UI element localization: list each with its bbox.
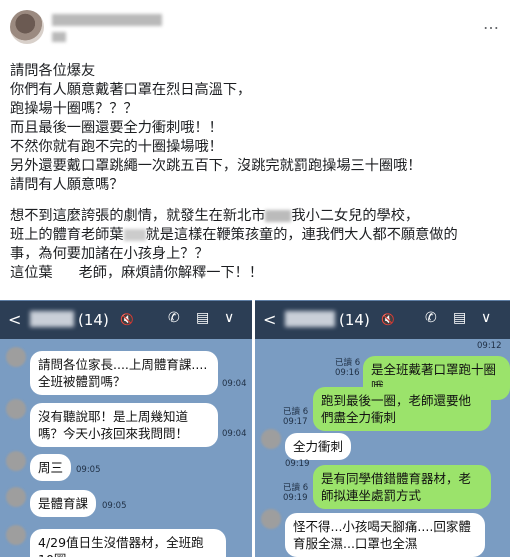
post-header: … bbox=[0, 0, 510, 58]
post-line: 而且最後一圈還要全力衝刺哦！！ bbox=[10, 120, 223, 136]
chat-message: 跑到最後一圈，老師還要他們盡全力衝刺 bbox=[313, 387, 491, 431]
avatar bbox=[6, 451, 26, 471]
chat-header: < (14) 🔇 ✆ ▤ ∨ bbox=[0, 301, 252, 339]
redacted-district bbox=[265, 210, 292, 222]
post-text: 請問各位爆友 你們有人願意戴著口罩在烈日高溫下， 跑操場十圈嗎？？？ 而且最後一… bbox=[10, 62, 505, 283]
chat-screenshot-left: < (14) 🔇 ✆ ▤ ∨ 請問各位家長....上周體育課....全班被體罰嗎… bbox=[0, 300, 252, 557]
avatar bbox=[6, 347, 26, 367]
menu-icon[interactable]: ▤ bbox=[453, 310, 466, 326]
redacted-group-name bbox=[30, 311, 74, 327]
back-icon[interactable]: < bbox=[263, 310, 276, 329]
avatar bbox=[261, 509, 281, 529]
chat-screenshot-right: < (14) 🔇 ✆ ▤ ∨ 09:12 已讀 6 09:16 是全班戴著口罩跑… bbox=[255, 300, 510, 557]
post-line: 事，為何要加諸在小孩身上？？ bbox=[10, 246, 209, 262]
post-line: 請問有人願意嗎？ bbox=[10, 177, 124, 193]
message-time: 09:12 bbox=[477, 341, 502, 351]
chat-message: 是體育課 bbox=[30, 490, 97, 517]
chat-message: 4/29值日生沒借器材，全班跑10圈 bbox=[30, 529, 226, 557]
call-icon[interactable]: ✆ bbox=[425, 310, 437, 326]
chat-title: (14) bbox=[339, 311, 370, 329]
avatar bbox=[6, 487, 26, 507]
chat-message: 沒有聽說耶！是上周幾知道嗎？今天小孩回來我問問！ bbox=[30, 403, 218, 447]
message-time: 09:04 bbox=[222, 379, 247, 389]
chat-message: 請問各位家長....上周體育課....全班被體罰嗎？ bbox=[30, 351, 218, 395]
redacted-timestamp bbox=[52, 32, 66, 42]
chevron-down-icon[interactable]: ∨ bbox=[224, 310, 234, 326]
redacted-username bbox=[52, 14, 162, 26]
post-line: 班上的體育老師葉 就是這樣在鞭策孩童的，連我們大人都不願意做的 bbox=[10, 227, 458, 243]
message-time: 09:19 bbox=[283, 493, 308, 503]
chat-title: (14) bbox=[78, 311, 109, 329]
read-receipt: 已讀 6 bbox=[283, 483, 309, 493]
message-time: 09:17 bbox=[283, 417, 308, 427]
back-icon[interactable]: < bbox=[8, 310, 21, 329]
more-options-icon[interactable]: … bbox=[483, 14, 500, 33]
chat-message: 是有同學借錯體育器材，老師拟連坐處罰方式 bbox=[313, 465, 491, 509]
message-time: 09:16 bbox=[335, 368, 360, 378]
message-time: 09:19 bbox=[285, 459, 310, 469]
post-line: 跑操場十圈嗎？？？ bbox=[10, 101, 138, 117]
avatar bbox=[6, 399, 26, 419]
call-icon[interactable]: ✆ bbox=[168, 310, 180, 326]
post-line: 請問各位爆友 bbox=[10, 63, 96, 79]
avatar[interactable] bbox=[10, 10, 44, 44]
chevron-down-icon[interactable]: ∨ bbox=[481, 310, 491, 326]
chat-message: 周三 bbox=[30, 454, 72, 481]
redacted-name bbox=[123, 229, 146, 241]
message-time: 09:04 bbox=[222, 429, 247, 439]
mute-icon[interactable]: 🔇 bbox=[381, 313, 395, 326]
avatar bbox=[261, 429, 281, 449]
post-line: 另外還要戴口罩跳繩一次跳五百下，沒跳完就罰跑操場三十圈哦！ bbox=[10, 158, 422, 174]
read-receipt: 已讀 6 bbox=[283, 407, 309, 417]
mute-icon[interactable]: 🔇 bbox=[120, 313, 134, 326]
message-time: 09:05 bbox=[76, 465, 101, 475]
redacted-group-name bbox=[285, 311, 335, 327]
read-receipt: 已讀 6 bbox=[335, 358, 361, 368]
menu-icon[interactable]: ▤ bbox=[196, 310, 209, 326]
post-line: 不然你就有跑不完的十圈操場哦！ bbox=[10, 139, 223, 155]
chat-header: < (14) 🔇 ✆ ▤ ∨ bbox=[255, 301, 510, 339]
avatar bbox=[6, 525, 26, 545]
post-line: 這位葉 老師，麻煩請你解釋一下！！ bbox=[10, 265, 264, 281]
chat-message: 全力衝刺 bbox=[285, 433, 352, 460]
post-line: 想不到這麼誇張的劇情，就發生在新北市 我小二女兒的學校， bbox=[10, 208, 420, 224]
chat-message: 怪不得...小孩喝天腳痛....回家體育服全濕...口罩也全濕 bbox=[285, 513, 485, 557]
post-line: 你們有人願意戴著口罩在烈日高溫下， bbox=[10, 82, 252, 98]
message-time: 09:05 bbox=[102, 501, 127, 511]
